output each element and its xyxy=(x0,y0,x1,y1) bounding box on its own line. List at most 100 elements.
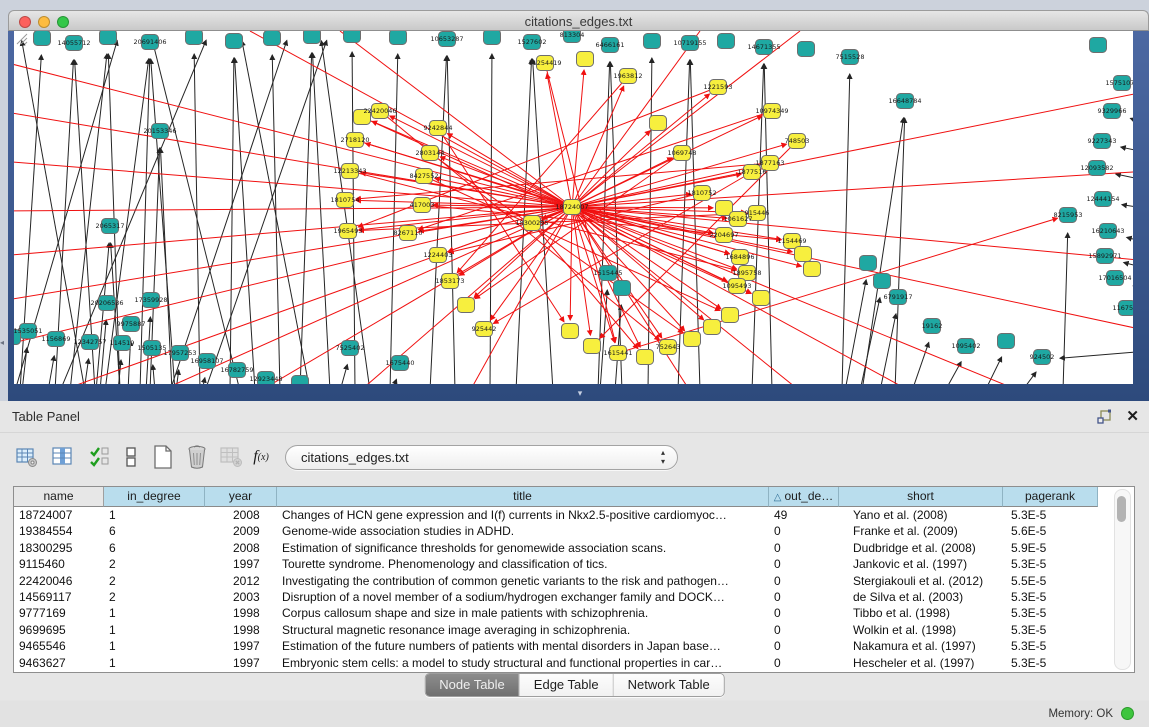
graph-node[interactable] xyxy=(226,34,243,49)
graph-node[interactable] xyxy=(304,31,321,44)
table-cell[interactable]: Investigating the contribution of common… xyxy=(277,573,769,589)
graph-edge[interactable] xyxy=(48,356,54,384)
graph-edge[interactable] xyxy=(475,153,682,299)
table-cell[interactable]: 1997 xyxy=(205,655,277,671)
table-cell[interactable]: 5.3E-5 xyxy=(1003,638,1098,654)
table-row[interactable]: 1872400712008Changes of HCN gene express… xyxy=(14,507,1134,523)
graph-edge[interactable] xyxy=(230,58,234,384)
column-header-out-de-[interactable]: △out_de… xyxy=(769,487,839,507)
table-cell[interactable]: 0 xyxy=(769,589,839,605)
table-cell[interactable]: 0 xyxy=(769,605,839,621)
window-titlebar[interactable]: citations_edges.txt xyxy=(8,10,1149,31)
network-canvas[interactable]: 1405571220691406106532871527602813304646… xyxy=(14,31,1133,384)
graph-node[interactable] xyxy=(718,34,735,49)
table-cell[interactable]: 1 xyxy=(104,507,205,523)
table-cell[interactable]: 1 xyxy=(104,655,205,671)
column-header-short[interactable]: short xyxy=(839,487,1003,507)
graph-node[interactable] xyxy=(795,247,812,262)
tab-edge-table[interactable]: Edge Table xyxy=(520,674,614,696)
row-height-icon[interactable] xyxy=(118,444,144,470)
graph-edge[interactable] xyxy=(170,40,287,384)
graph-edge[interactable] xyxy=(152,41,240,384)
table-cell[interactable]: 18724007 xyxy=(14,507,104,523)
graph-node[interactable] xyxy=(637,350,654,365)
table-cell[interactable]: 0 xyxy=(769,638,839,654)
graph-edge[interactable] xyxy=(912,342,929,384)
graph-edge[interactable] xyxy=(14,111,572,207)
table-cell[interactable]: 1 xyxy=(104,605,205,621)
table-cell[interactable]: Wolkin et al. (1998) xyxy=(839,622,1003,638)
table-cell[interactable]: Changes of HCN gene expression and I(f) … xyxy=(277,507,769,523)
table-cell[interactable]: 2 xyxy=(104,556,205,572)
table-cell[interactable]: 5.9E-5 xyxy=(1003,540,1098,556)
column-header-name[interactable]: name xyxy=(14,487,104,507)
tab-node-table[interactable]: Node Table xyxy=(425,674,520,696)
float-window-icon[interactable] xyxy=(1097,409,1113,425)
graph-edge[interactable] xyxy=(547,74,572,207)
graph-node[interactable] xyxy=(644,34,661,49)
table-cell[interactable]: 2008 xyxy=(205,507,277,523)
table-cell[interactable]: 5.3E-5 xyxy=(1003,507,1098,523)
column-header-pagerank[interactable]: pagerank xyxy=(1003,487,1098,507)
split-pane-handle[interactable]: ▾ xyxy=(573,388,587,398)
graph-node[interactable] xyxy=(292,376,309,385)
table-cell[interactable]: Embryonic stem cells: a model to study s… xyxy=(277,655,769,671)
table-cell[interactable]: 0 xyxy=(769,622,839,638)
table-row[interactable]: 969969511998Structural magnetic resonanc… xyxy=(14,622,1134,638)
table-cell[interactable]: 0 xyxy=(769,523,839,539)
table-cell[interactable]: 2003 xyxy=(205,589,277,605)
graph-edge[interactable] xyxy=(313,53,330,384)
table-cell[interactable]: 9465546 xyxy=(14,638,104,654)
table-settings-icon[interactable] xyxy=(14,444,40,470)
graph-edge[interactable] xyxy=(1122,205,1133,209)
table-cell[interactable]: Nakamura et al. (1997) xyxy=(839,638,1003,654)
graph-node[interactable] xyxy=(804,262,821,277)
graph-node[interactable] xyxy=(264,31,281,46)
table-cell[interactable]: Yano et al. (2008) xyxy=(839,507,1003,523)
table-cell[interactable]: 19384554 xyxy=(14,523,104,539)
table-cell[interactable]: 1997 xyxy=(205,638,277,654)
graph-edge[interactable] xyxy=(84,359,89,384)
graph-node[interactable] xyxy=(753,291,770,306)
table-cell[interactable]: 49 xyxy=(769,507,839,523)
table-cell[interactable]: Dudbridge et al. (2008) xyxy=(839,540,1003,556)
graph-edge[interactable] xyxy=(1124,262,1133,269)
graph-node[interactable] xyxy=(722,308,739,323)
table-cell[interactable]: 1997 xyxy=(205,556,277,572)
table-cell[interactable]: 5.3E-5 xyxy=(1003,655,1098,671)
table-cell[interactable]: Estimation of significance thresholds fo… xyxy=(277,540,769,556)
graph-edge[interactable] xyxy=(842,74,850,384)
table-row[interactable]: 1938455462009Genome-wide association stu… xyxy=(14,523,1134,539)
table-row[interactable]: 1830029562008Estimation of significance … xyxy=(14,540,1134,556)
show-column-icon[interactable] xyxy=(50,444,76,470)
table-cell[interactable]: 5.3E-5 xyxy=(1003,605,1098,621)
column-header-title[interactable]: title xyxy=(277,487,769,507)
scrollbar-thumb[interactable] xyxy=(1117,496,1126,522)
graph-edge[interactable] xyxy=(572,171,1133,207)
graph-edge[interactable] xyxy=(880,314,896,384)
graph-node[interactable] xyxy=(458,298,475,313)
table-cell[interactable]: Estimation of the future numbers of pati… xyxy=(277,638,769,654)
graph-edge[interactable] xyxy=(140,59,150,384)
graph-edge[interactable] xyxy=(1121,147,1133,153)
graph-edge[interactable] xyxy=(151,59,175,384)
graph-edge[interactable] xyxy=(845,280,866,384)
table-cell[interactable]: 2 xyxy=(104,589,205,605)
table-cell[interactable]: 14569117 xyxy=(14,589,104,605)
graph-edge[interactable] xyxy=(1022,372,1036,384)
vertical-scrollbar[interactable] xyxy=(1114,489,1131,670)
table-cell[interactable]: 1 xyxy=(104,622,205,638)
graph-edge[interactable] xyxy=(1130,118,1133,125)
table-cell[interactable]: Tibbo et al. (1998) xyxy=(839,605,1003,621)
graph-node[interactable] xyxy=(998,334,1015,349)
graph-edge[interactable] xyxy=(272,55,280,384)
graph-edge[interactable] xyxy=(862,118,903,384)
graph-node[interactable] xyxy=(584,339,601,354)
table-cell[interactable]: 1998 xyxy=(205,605,277,621)
graph-edge[interactable] xyxy=(1063,233,1068,384)
table-row[interactable]: 911546021997Tourette syndrome. Phenomeno… xyxy=(14,556,1134,572)
graph-node[interactable] xyxy=(186,31,203,45)
table-cell[interactable]: 5.3E-5 xyxy=(1003,589,1098,605)
table-row[interactable]: 1456911722003Disruption of a novel membe… xyxy=(14,589,1134,605)
table-row[interactable]: 2242004622012Investigating the contribut… xyxy=(14,573,1134,589)
